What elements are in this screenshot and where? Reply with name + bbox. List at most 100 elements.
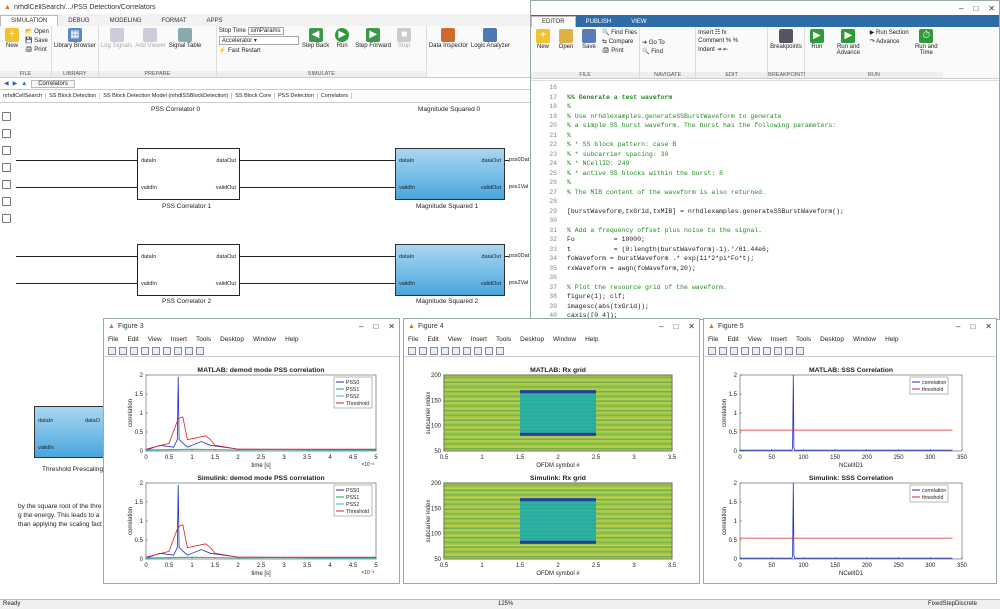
save-icon[interactable] <box>130 346 138 355</box>
advance-button[interactable]: ↷ Advance <box>870 38 909 45</box>
tab-simulation[interactable]: SIMULATION <box>0 15 59 26</box>
magnitude-squared-1-block[interactable]: dataIn validIn dataOut validOut <box>395 148 505 200</box>
pointer-icon[interactable] <box>485 346 493 355</box>
save-button[interactable]: 💾 Save <box>25 37 49 44</box>
breadcrumb-item[interactable]: SS Block Detection <box>46 93 101 99</box>
tab-modeling[interactable]: MODELING <box>100 16 152 26</box>
insert-legend-icon[interactable] <box>174 346 182 355</box>
figure-menu-item[interactable]: Window <box>253 336 276 343</box>
close-icon[interactable]: ✕ <box>388 322 395 331</box>
run-advance-button[interactable]: ▶ Run and Advance <box>830 29 867 68</box>
breadcrumb-item[interactable]: Correlators <box>318 93 352 99</box>
fit-view-icon[interactable] <box>2 129 11 138</box>
signal-table-button[interactable]: Signal Table <box>169 28 201 67</box>
figure-menu-item[interactable]: File <box>708 336 718 343</box>
zoom-icon[interactable] <box>2 112 11 121</box>
insert-colorbar-icon[interactable] <box>763 346 771 355</box>
new-script-button[interactable]: + New <box>533 29 553 68</box>
tab-format[interactable]: FORMAT <box>152 16 197 26</box>
save-icon[interactable] <box>430 346 438 355</box>
new-icon[interactable] <box>708 346 716 355</box>
pointer-icon[interactable] <box>185 346 193 355</box>
find-button[interactable]: 🔍 Find <box>642 48 665 55</box>
code-area[interactable]: 16 17 %% Generate a test waveform 18% 19 % Us… <box>531 80 999 319</box>
minimize-icon[interactable]: – <box>359 322 363 331</box>
breadcrumb-item[interactable]: nrhdlCellSearch <box>0 93 47 99</box>
outport-pss2-data[interactable]: pss0Dat <box>509 253 529 259</box>
print-button[interactable]: 🖨 Print <box>602 47 637 54</box>
figure-menu-item[interactable]: View <box>148 336 162 343</box>
figure-menu-item[interactable]: Tools <box>196 336 211 343</box>
indent-button[interactable]: Indent ⇥ ⇤ <box>698 46 738 53</box>
figure-menu-item[interactable]: Tools <box>496 336 511 343</box>
figure-menu-item[interactable]: Edit <box>127 336 138 343</box>
stop-button[interactable]: ■ Stop <box>394 28 414 67</box>
run-button[interactable]: ▶ Run <box>332 28 352 67</box>
print-button[interactable]: 🖨 Print <box>25 46 49 53</box>
maximize-icon[interactable]: □ <box>970 322 975 331</box>
print-icon[interactable] <box>141 346 149 355</box>
figure-menu-item[interactable]: Desktop <box>520 336 544 343</box>
print-icon[interactable] <box>441 346 449 355</box>
arrow-icon[interactable] <box>2 146 11 155</box>
pss-correlator-1-block[interactable]: dataIn validIn dataOut validOut <box>137 148 240 200</box>
log-signals-button[interactable]: Log Signals <box>101 28 132 67</box>
breadcrumb-item[interactable]: SS Block Detection Model (nrhdlSSBlockDe… <box>100 93 233 99</box>
figure-menu-item[interactable]: Desktop <box>220 336 244 343</box>
tab-publish[interactable]: PUBLISH <box>576 17 622 27</box>
insert-colorbar-icon[interactable] <box>463 346 471 355</box>
find-files-button[interactable]: 🔍 Find Files <box>602 29 637 36</box>
breadcrumb-item[interactable]: SS Block Core <box>232 93 276 99</box>
figure-menu-item[interactable]: Edit <box>427 336 438 343</box>
model-tab[interactable]: Correlators <box>31 79 75 88</box>
insert-colorbar-icon[interactable] <box>163 346 171 355</box>
minimize-icon[interactable]: – <box>959 4 963 13</box>
figure-menu-item[interactable]: Help <box>885 336 898 343</box>
maximize-icon[interactable]: □ <box>373 322 378 331</box>
save-file-button[interactable]: Save <box>579 29 599 68</box>
print-icon[interactable] <box>741 346 749 355</box>
minimize-icon[interactable]: – <box>956 322 960 331</box>
new-icon[interactable] <box>408 346 416 355</box>
sim-mode-select[interactable]: Accelerator ▾ <box>218 36 299 45</box>
open-icon[interactable] <box>119 346 127 355</box>
step-back-button[interactable]: ◀ Step Back <box>302 28 329 67</box>
figure-menu-item[interactable]: View <box>448 336 462 343</box>
maximize-icon[interactable]: □ <box>673 322 678 331</box>
annotation-icon[interactable] <box>2 163 11 172</box>
figure-menu-item[interactable]: Edit <box>727 336 738 343</box>
compare-button[interactable]: ⇆ Compare <box>602 38 637 45</box>
open-button[interactable]: 📂 Open <box>25 28 49 35</box>
new-icon[interactable] <box>108 346 116 355</box>
close-icon[interactable]: ✕ <box>988 4 995 13</box>
tab-apps[interactable]: APPS <box>196 16 232 26</box>
outport-pss0-data[interactable]: pss0Dat <box>509 157 529 163</box>
open-icon[interactable] <box>719 346 727 355</box>
up-arrow-icon[interactable]: ▲ <box>21 81 27 87</box>
stop-time-input[interactable]: simParams <box>247 27 284 35</box>
outport-pss1-valid[interactable]: pss1Val <box>509 184 528 190</box>
minimize-icon[interactable]: – <box>659 322 663 331</box>
figure-menu-item[interactable]: Desktop <box>820 336 844 343</box>
comment-button[interactable]: Comment % % <box>698 38 738 44</box>
run-section-button[interactable]: ▶ Run Section <box>870 29 909 36</box>
figure-menu-item[interactable]: Insert <box>171 336 187 343</box>
breadcrumb-item[interactable]: PSS Detection <box>275 93 318 99</box>
step-forward-button[interactable]: ▶ Step Forward <box>355 28 391 67</box>
link-icon[interactable] <box>752 346 760 355</box>
outport-pss2-valid[interactable]: pss2Val <box>509 280 528 286</box>
run-script-button[interactable]: ▶ Run <box>807 29 827 68</box>
insert-button[interactable]: Insert ☷ fx <box>698 29 738 36</box>
figure-menu-item[interactable]: Insert <box>771 336 787 343</box>
add-viewer-button[interactable]: Add Viewer <box>135 28 166 67</box>
fast-restart-toggle[interactable]: ⚡ Fast Restart <box>219 47 299 54</box>
open-icon[interactable] <box>419 346 427 355</box>
go-to-button[interactable]: ➔ Go To <box>642 39 665 46</box>
insert-legend-icon[interactable] <box>474 346 482 355</box>
forward-arrow-icon[interactable]: ▶ <box>13 80 18 87</box>
figure-menu-item[interactable]: Window <box>853 336 876 343</box>
figure-menu-item[interactable]: Window <box>553 336 576 343</box>
edit-plot-icon[interactable] <box>196 346 204 355</box>
back-arrow-icon[interactable]: ◀ <box>4 80 9 87</box>
maximize-icon[interactable]: □ <box>973 4 978 13</box>
